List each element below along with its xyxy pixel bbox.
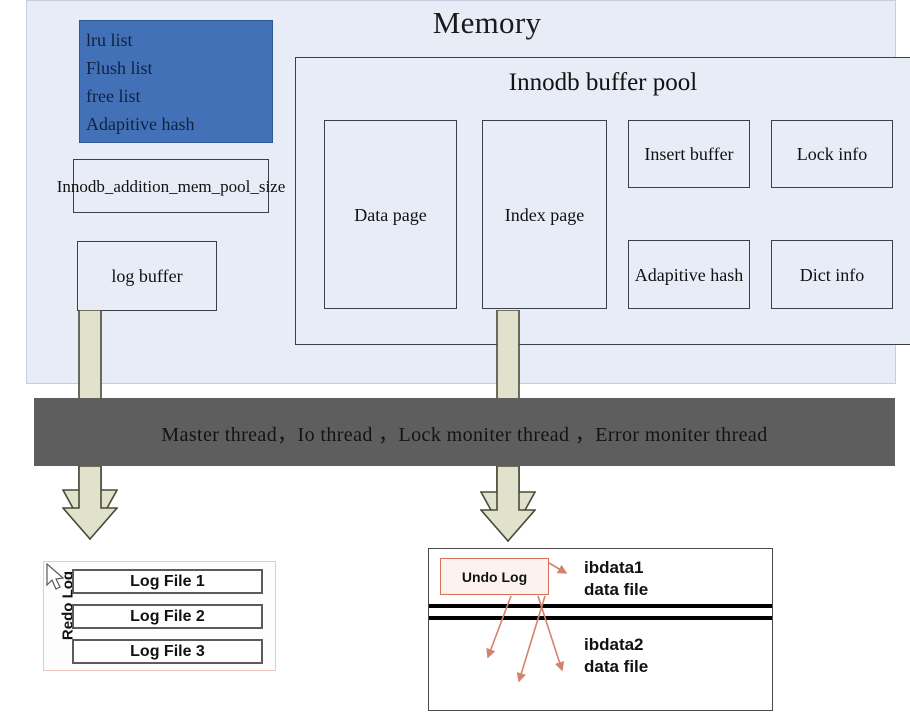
redo-log-group: Redo Log Log File 1 Log File 2 Log File … (43, 561, 276, 671)
buffer-pool-cell-insert-buffer: Insert buffer (628, 120, 750, 188)
list-item: lru list (86, 30, 133, 50)
diagram-canvas: Memory lru list Flush list free list Ada… (0, 0, 910, 712)
log-buffer-box: log buffer (77, 241, 217, 311)
buffer-pool-cell-index-page: Index page (482, 120, 607, 309)
ibdata-group: Undo Log ibdata1 data file ibdata2 data … (428, 548, 773, 711)
buffer-pool-title: Innodb buffer pool (508, 69, 698, 96)
ibdata1-label: ibdata1 data file (584, 558, 649, 599)
log-file-3: Log File 3 (72, 639, 263, 664)
thread-bar-label: Master thread，Io thread ，Lock moniter th… (161, 423, 768, 446)
undo-log-box: Undo Log (440, 558, 549, 595)
log-buffer-to-redo-log-arrow-head (62, 466, 118, 540)
memory-lists-box: lru list Flush list free list Adapitive … (79, 20, 273, 143)
list-item: Adapitive hash (86, 114, 195, 134)
buffer-pool-to-ibdata-arrow-head (480, 466, 536, 542)
page-title: Memory (432, 5, 542, 40)
list-item: Flush list (86, 58, 153, 78)
innodb-addition-mem-pool-box: Innodb_addition_mem_pool_size (57, 159, 285, 213)
buffer-pool-cell-dict-info: Dict info (771, 240, 893, 309)
ibdata-divider-bottom (429, 616, 772, 620)
mouse-cursor (46, 562, 66, 593)
memory-container: Memory lru list Flush list free list Ada… (26, 0, 910, 384)
ibdata2-label: ibdata2 data file (584, 635, 649, 676)
list-item: free list (86, 86, 141, 106)
log-file-1: Log File 1 (72, 569, 263, 594)
thread-bar: Master thread，Io thread ，Lock moniter th… (34, 398, 895, 466)
innodb-buffer-pool-container: Innodb buffer pool Data page Index page … (295, 57, 910, 345)
log-file-2: Log File 2 (72, 604, 263, 629)
buffer-pool-cell-lock-info: Lock info (771, 120, 893, 188)
buffer-pool-cell-data-page: Data page (324, 120, 457, 309)
ibdata-divider-top (429, 604, 772, 608)
buffer-pool-cell-adapitive-hash: Adapitive hash (628, 240, 750, 309)
